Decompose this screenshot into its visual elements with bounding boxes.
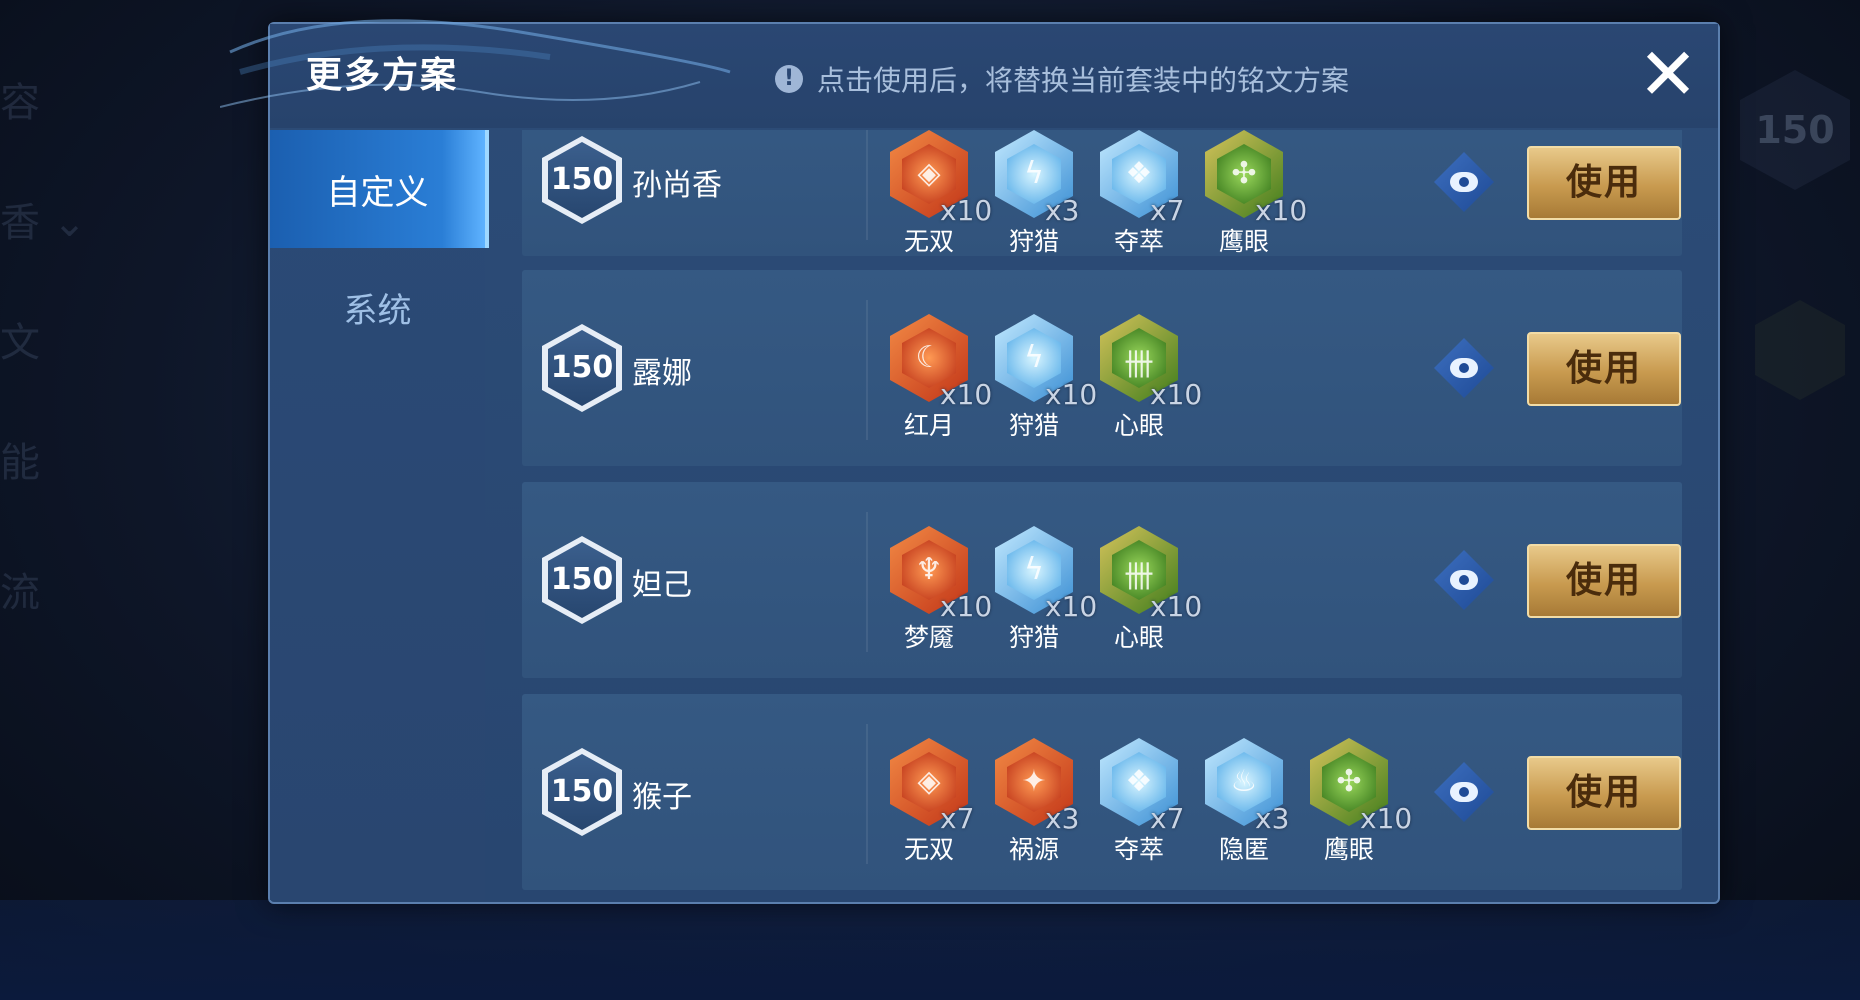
notice-message: ! 点击使用后，将替换当前套装中的铭文方案 <box>775 54 1349 104</box>
level-text: 150 <box>550 774 614 809</box>
rune-name: 无双 <box>903 227 954 256</box>
info-icon: ! <box>775 65 803 93</box>
hero-name: 猴子 <box>632 780 692 815</box>
preview-eye-button[interactable] <box>1434 152 1494 212</box>
dialog-header: 更多方案 ! 点击使用后，将替换当前套装中的铭文方案 ✕ <box>220 19 1718 128</box>
more-plans-dialog: 更多方案 ! 点击使用后，将替换当前套装中的铭文方案 ✕ 自定义 系统 150 … <box>220 19 1720 904</box>
level-text: 150 <box>550 162 614 197</box>
eye-icon <box>1450 570 1478 590</box>
use-button[interactable]: 使用 <box>1527 544 1681 618</box>
rune-name: 隐匿 <box>1218 835 1269 864</box>
row-divider <box>866 512 868 652</box>
rune-item[interactable]: ❖ x7 夺萃 <box>1100 130 1184 256</box>
rune-name: 狩猎 <box>1008 227 1059 256</box>
sidebar: 自定义 系统 <box>270 130 489 900</box>
use-button[interactable]: 使用 <box>1527 756 1681 830</box>
rune-item[interactable]: ◈ x7 无双 <box>890 738 974 864</box>
rune-name: 心眼 <box>1113 411 1164 440</box>
level-hex-icon: 150 <box>542 536 622 624</box>
rune-name: 鹰眼 <box>1218 227 1269 256</box>
eye-icon <box>1450 172 1478 192</box>
preview-eye-button[interactable] <box>1434 762 1494 822</box>
rune-item[interactable]: ☾ x10 红月 <box>890 314 992 440</box>
rune-item[interactable]: 卌 x10 心眼 <box>1100 314 1202 440</box>
preview-eye-button[interactable] <box>1434 338 1494 398</box>
rune-list: ♆ x10 梦魇 ϟ x10 狩猎 卌 x10 心眼 <box>890 526 1202 652</box>
use-button[interactable]: 使用 <box>1527 332 1681 406</box>
level-text: 150 <box>550 350 614 385</box>
row-divider <box>866 724 868 864</box>
plan-row: 150 露娜 ☾ x10 红月 ϟ x10 狩猎 卌 x10 心眼 使用 <box>522 270 1682 466</box>
rune-name: 无双 <box>903 835 954 864</box>
use-button[interactable]: 使用 <box>1527 146 1681 220</box>
rune-item[interactable]: 卌 x10 心眼 <box>1100 526 1202 652</box>
eye-icon <box>1450 782 1478 802</box>
background-rune-hex <box>1755 300 1845 400</box>
rune-item[interactable]: ϟ x10 狩猎 <box>995 314 1097 440</box>
row-divider <box>866 300 868 440</box>
rune-list: ◈ x7 无双 ✦ x3 祸源 ❖ x7 夺萃 ♨ x3 隐匿 ✣ x10 鹰眼 <box>890 738 1412 864</box>
rune-name: 梦魇 <box>903 623 954 652</box>
plan-row: 150 猴子 ◈ x7 无双 ✦ x3 祸源 ❖ x7 夺萃 ♨ x3 隐匿 ✣ x10 鹰眼 使用 <box>522 694 1682 890</box>
rune-item[interactable]: ✣ x10 鹰眼 <box>1205 130 1307 256</box>
level-hex-icon: 150 <box>542 324 622 412</box>
rune-name: 狩猎 <box>1008 623 1059 652</box>
rune-item[interactable]: ϟ x3 狩猎 <box>995 130 1079 256</box>
background-text-2: 香 ⌄ <box>0 200 87 246</box>
plan-list[interactable]: 150 孙尚香 ◈ x10 无双 ϟ x3 狩猎 ❖ x7 夺萃 ✣ x10 鹰眼 使用 150… <box>522 130 1682 900</box>
rune-name: 祸源 <box>1008 835 1059 864</box>
dialog-title: 更多方案 <box>306 55 459 96</box>
hero-name: 孙尚香 <box>632 168 722 203</box>
rune-name: 狩猎 <box>1008 411 1059 440</box>
rune-item[interactable]: ϟ x10 狩猎 <box>995 526 1097 652</box>
background-text-1: 容 <box>0 80 40 126</box>
level-hex-icon: 150 <box>542 748 622 836</box>
rune-item[interactable]: ♨ x3 隐匿 <box>1205 738 1289 864</box>
notice-text: 点击使用后，将替换当前套装中的铭文方案 <box>817 64 1350 97</box>
background-bottom-bar <box>0 900 1860 1000</box>
rune-list: ☾ x10 红月 ϟ x10 狩猎 卌 x10 心眼 <box>890 314 1202 440</box>
background-level-text: 150 <box>1755 108 1835 152</box>
level-text: 150 <box>550 562 614 597</box>
rune-name: 心眼 <box>1113 623 1164 652</box>
rune-item[interactable]: ✦ x3 祸源 <box>995 738 1079 864</box>
rune-name: 红月 <box>903 411 954 440</box>
rune-list: ◈ x10 无双 ϟ x3 狩猎 ❖ x7 夺萃 ✣ x10 鹰眼 <box>890 130 1307 256</box>
background-text-4: 能 <box>0 440 40 486</box>
hero-name: 露娜 <box>632 356 692 391</box>
rune-name: 夺萃 <box>1113 227 1164 256</box>
row-divider <box>866 130 868 240</box>
rune-item[interactable]: ❖ x7 夺萃 <box>1100 738 1184 864</box>
background-text-5: 流 <box>0 570 40 616</box>
plan-row: 150 孙尚香 ◈ x10 无双 ϟ x3 狩猎 ❖ x7 夺萃 ✣ x10 鹰眼 使用 <box>522 130 1682 256</box>
hero-name: 妲己 <box>632 568 692 603</box>
rune-name: 夺萃 <box>1113 835 1164 864</box>
rune-item[interactable]: ♆ x10 梦魇 <box>890 526 992 652</box>
preview-eye-button[interactable] <box>1434 550 1494 610</box>
background-text-3: 文 <box>0 320 40 366</box>
plan-row: 150 妲己 ♆ x10 梦魇 ϟ x10 狩猎 卌 x10 心眼 使用 <box>522 482 1682 678</box>
eye-icon <box>1450 358 1478 378</box>
close-button[interactable]: ✕ <box>1628 34 1708 114</box>
rune-item[interactable]: ✣ x10 鹰眼 <box>1310 738 1412 864</box>
level-hex-icon: 150 <box>542 136 622 224</box>
header-swirl-decoration <box>220 19 731 108</box>
rune-item[interactable]: ◈ x10 无双 <box>890 130 992 256</box>
tab-system[interactable]: 系统 <box>270 248 485 366</box>
rune-name: 鹰眼 <box>1323 835 1374 864</box>
background-level-hex: 150 <box>1740 70 1850 190</box>
tab-custom[interactable]: 自定义 <box>270 130 489 248</box>
